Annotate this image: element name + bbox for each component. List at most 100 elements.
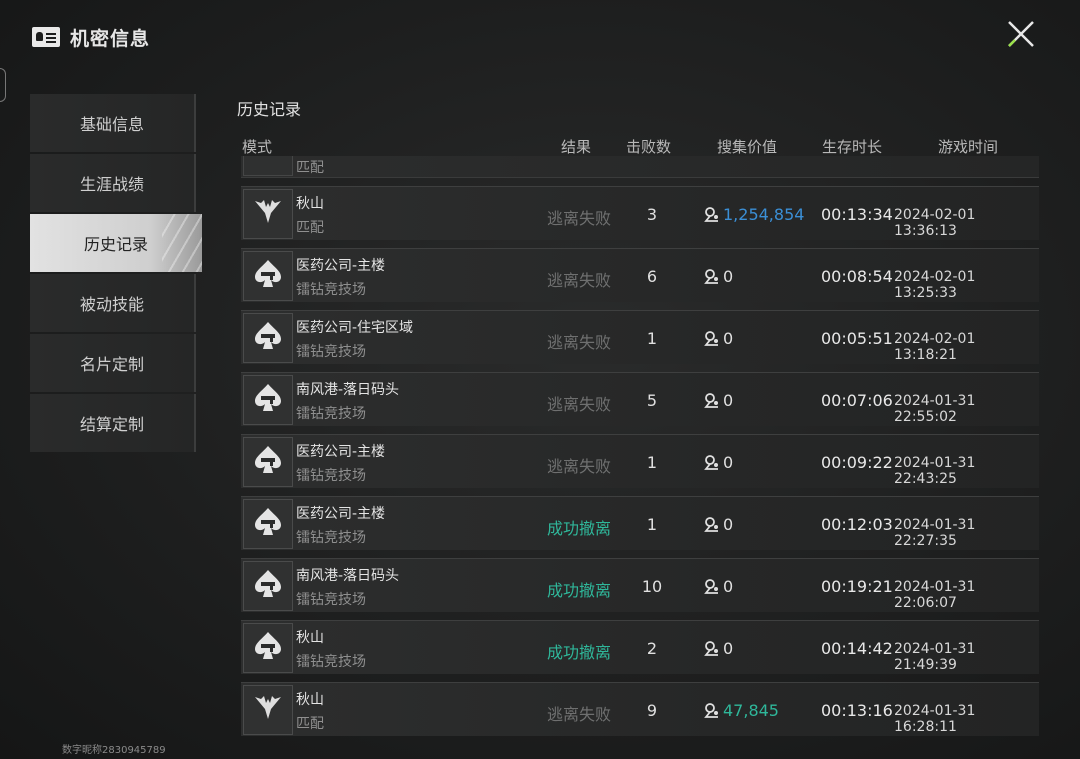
map-thumbnail bbox=[243, 156, 293, 176]
row-time: 2024-02-01 13:36:13 bbox=[894, 207, 976, 239]
row-map: 秋山 bbox=[296, 196, 324, 212]
value-coin-icon bbox=[704, 455, 718, 470]
row-result: 逃离失败 bbox=[547, 333, 612, 352]
row-value-amount: 0 bbox=[723, 639, 734, 658]
row-value: 1,254,854 bbox=[703, 205, 804, 224]
map-thumbnail bbox=[243, 561, 293, 611]
row-mode: 匹配 bbox=[296, 716, 324, 732]
sidebar-item-label: 基础信息 bbox=[79, 115, 144, 134]
row-mode: 镭钻竞技场 bbox=[296, 592, 366, 608]
table-row[interactable]: 秋山 匹配 逃离失败 3 1,254,854 00:13:34 2024-02-01 13:… bbox=[241, 186, 1039, 240]
row-time: 2024-01-31 22:27:35 bbox=[894, 517, 976, 549]
row-value: 0 bbox=[703, 639, 733, 658]
table-row-partial[interactable]: 匹配 bbox=[241, 156, 1039, 178]
row-time: 2024-01-31 21:49:39 bbox=[894, 641, 976, 673]
row-value: 0 bbox=[703, 577, 733, 596]
row-kills: 1 bbox=[646, 515, 658, 534]
sidebar-item-0[interactable]: 基础信息 bbox=[30, 94, 196, 152]
row-time: 2024-01-31 22:06:07 bbox=[894, 579, 976, 611]
row-value: 0 bbox=[703, 329, 733, 348]
map-thumbnail bbox=[243, 251, 293, 301]
map-thumbnail bbox=[243, 313, 293, 363]
header: 机密信息 bbox=[32, 22, 150, 52]
sidebar-item-2[interactable]: 历史记录 bbox=[30, 214, 202, 272]
sidebar-item-label: 被动技能 bbox=[79, 295, 144, 314]
row-kills: 9 bbox=[646, 701, 658, 720]
column-time: 游戏时间 bbox=[938, 138, 999, 156]
column-mode: 模式 bbox=[242, 138, 273, 156]
row-result: 逃离失败 bbox=[547, 271, 612, 290]
side-drawer-handle[interactable] bbox=[0, 68, 6, 102]
spade-gun-icon bbox=[251, 505, 285, 543]
row-result: 逃离失败 bbox=[547, 395, 612, 414]
spade-gun-icon bbox=[251, 629, 285, 667]
row-result: 逃离失败 bbox=[547, 705, 612, 724]
column-value: 搜集价值 bbox=[717, 138, 778, 156]
table-row[interactable]: 南风港-落日码头 镭钻竞技场 逃离失败 5 0 00:07:06 2024-01-31 22… bbox=[241, 372, 1039, 426]
sidebar-item-5[interactable]: 结算定制 bbox=[30, 394, 196, 452]
table-row[interactable]: 医药公司-住宅区域 镭钻竞技场 逃离失败 1 0 00:05:51 2024-02-01 1… bbox=[241, 310, 1039, 364]
row-map: 南风港-落日码头 bbox=[296, 568, 400, 584]
value-coin-icon bbox=[704, 703, 718, 718]
sidebar-item-4[interactable]: 名片定制 bbox=[30, 334, 196, 392]
table-row[interactable]: 医药公司-主楼 镭钻竞技场 逃离失败 1 0 00:09:22 2024-01-31 22:… bbox=[241, 434, 1039, 488]
table-row[interactable]: 秋山 镭钻竞技场 成功撤离 2 0 00:14:42 2024-01-31 21:49:39 bbox=[241, 620, 1039, 674]
map-thumbnail bbox=[243, 437, 293, 487]
row-map: 秋山 bbox=[296, 692, 324, 708]
spade-gun-icon bbox=[251, 567, 285, 605]
row-value-amount: 0 bbox=[723, 391, 734, 410]
row-result: 逃离失败 bbox=[547, 457, 612, 476]
sidebar-item-1[interactable]: 生涯战绩 bbox=[30, 154, 196, 212]
row-duration: 00:08:54 bbox=[821, 267, 893, 286]
sidebar-item-label: 结算定制 bbox=[79, 415, 144, 434]
table-row[interactable]: 南风港-落日码头 镭钻竞技场 成功撤离 10 0 00:19:21 2024-01-31 2… bbox=[241, 558, 1039, 612]
row-value-amount: 0 bbox=[723, 515, 734, 534]
row-mode: 镭钻竞技场 bbox=[296, 654, 366, 670]
row-value-amount: 0 bbox=[723, 267, 734, 286]
row-time: 2024-01-31 16:28:11 bbox=[894, 703, 976, 735]
sidebar: 基础信息生涯战绩历史记录被动技能名片定制结算定制 bbox=[30, 94, 202, 454]
row-duration: 00:13:34 bbox=[821, 205, 893, 224]
map-thumbnail bbox=[243, 189, 293, 239]
value-coin-icon bbox=[704, 517, 718, 532]
row-value: 0 bbox=[703, 453, 733, 472]
row-mode: 匹配 bbox=[296, 220, 324, 236]
row-kills: 6 bbox=[646, 267, 658, 286]
row-value: 0 bbox=[703, 515, 733, 534]
row-map: 南风港-落日码头 bbox=[296, 382, 400, 398]
spade-gun-icon bbox=[251, 319, 285, 357]
column-duration: 生存时长 bbox=[822, 138, 883, 156]
close-button[interactable] bbox=[999, 12, 1043, 56]
sidebar-item-label: 名片定制 bbox=[79, 355, 144, 374]
row-result: 逃离失败 bbox=[547, 209, 612, 228]
table-row[interactable]: 医药公司-主楼 镭钻竞技场 逃离失败 6 0 00:08:54 2024-02-01 13:… bbox=[241, 248, 1039, 302]
table-row[interactable]: 秋山 匹配 逃离失败 9 47,845 00:13:16 2024-01-31 16:28:… bbox=[241, 682, 1039, 736]
value-coin-icon bbox=[704, 393, 718, 408]
row-kills: 5 bbox=[646, 391, 658, 410]
spade-gun-icon bbox=[251, 257, 285, 295]
row-time: 2024-01-31 22:55:02 bbox=[894, 393, 976, 425]
sidebar-item-3[interactable]: 被动技能 bbox=[30, 274, 196, 332]
row-mode: 镭钻竞技场 bbox=[296, 344, 366, 360]
close-icon bbox=[1008, 21, 1034, 47]
row-time: 2024-01-31 22:43:25 bbox=[894, 455, 976, 487]
section-title: 历史记录 bbox=[237, 100, 302, 119]
map-thumbnail bbox=[243, 623, 293, 673]
wings-icon bbox=[251, 195, 285, 233]
row-mode: 匹配 bbox=[296, 160, 324, 176]
sidebar-item-label: 历史记录 bbox=[83, 235, 148, 254]
row-value-amount: 0 bbox=[723, 577, 734, 596]
table-row[interactable]: 医药公司-主楼 镭钻竞技场 成功撤离 1 0 00:12:03 2024-01-31 22:… bbox=[241, 496, 1039, 550]
row-duration: 00:07:06 bbox=[821, 391, 893, 410]
row-time: 2024-02-01 13:18:21 bbox=[894, 331, 976, 363]
row-kills: 2 bbox=[646, 639, 658, 658]
row-duration: 00:12:03 bbox=[821, 515, 893, 534]
row-duration: 00:14:42 bbox=[821, 639, 893, 658]
id-card-icon bbox=[32, 27, 60, 47]
row-mode: 镭钻竞技场 bbox=[296, 530, 366, 546]
value-coin-icon bbox=[704, 207, 718, 222]
history-list[interactable]: 匹配 秋山 匹配 逃离失败 3 1,254,854 00:13:34 2024-02-01 … bbox=[241, 156, 1039, 740]
map-thumbnail bbox=[243, 375, 293, 425]
row-map: 秋山 bbox=[296, 630, 324, 646]
user-id: 数字昵称2830945789 bbox=[62, 745, 166, 756]
